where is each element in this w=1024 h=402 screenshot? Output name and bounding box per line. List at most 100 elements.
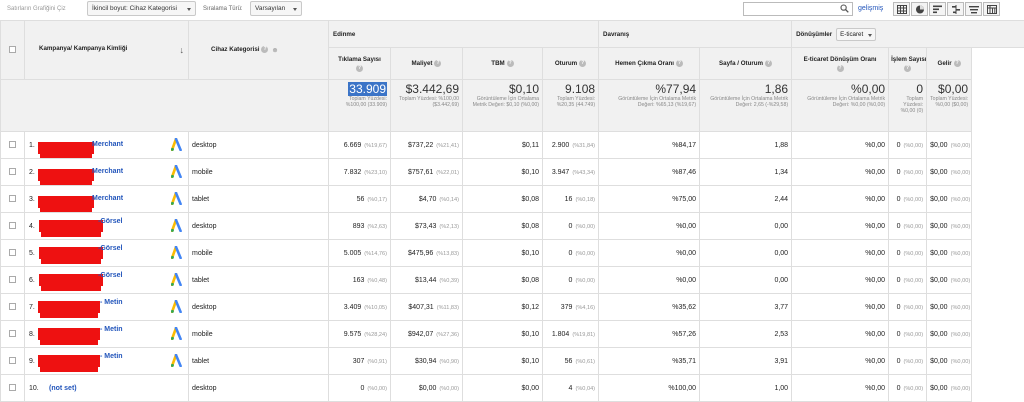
- redaction-mark: [40, 206, 92, 212]
- campaign-link[interactable]: - Metin: [100, 353, 123, 360]
- campaign-link[interactable]: -Görsel: [98, 245, 123, 252]
- help-icon[interactable]: ?: [675, 59, 683, 67]
- google-ads-icon: [170, 191, 182, 207]
- clicks-column-header[interactable]: Tıklama Sayısı?: [328, 47, 391, 80]
- campaign-link[interactable]: Merchant: [92, 168, 123, 175]
- clicks-value: 9.575: [343, 330, 362, 338]
- comparison-view-icon[interactable]: [947, 2, 964, 16]
- table-row[interactable]: 10. (not set) desktop 0 (%0,00) $0,00 (%0,00) $…: [0, 374, 1024, 402]
- table-view-icon[interactable]: [893, 2, 910, 16]
- help-icon[interactable]: ?: [506, 59, 514, 67]
- row-checkbox[interactable]: [9, 303, 16, 311]
- sessions-cell: 4 (%0,04): [541, 374, 600, 402]
- trans-value: 0: [896, 195, 901, 203]
- cpc-cell: $0,10: [462, 158, 543, 186]
- bounce-column-header[interactable]: Hemen Çıkma Oranı?: [598, 47, 701, 80]
- help-icon[interactable]: ?: [904, 64, 912, 72]
- bounce-cell: %100,00: [598, 374, 701, 402]
- row-checkbox[interactable]: [9, 249, 16, 257]
- secondary-dimension-select[interactable]: İkincil boyut: Cihaz Kategorisi: [87, 1, 196, 16]
- table-row[interactable]: 3. Merchant tablet 56 (%0,17) $4,70 (%0,14) $0,…: [0, 185, 1024, 213]
- table-row[interactable]: 4. -Görsel desktop 893 (%2,63) $73,43 (%2,13) $…: [0, 212, 1024, 240]
- help-icon[interactable]: ?: [261, 46, 269, 54]
- campaign-link[interactable]: Merchant: [92, 195, 123, 202]
- pages-per-session-column-header[interactable]: Sayfa / Oturum?: [699, 47, 793, 80]
- performance-view-icon[interactable]: [929, 2, 946, 16]
- transactions-cell: 0 (%0,00): [888, 266, 928, 294]
- sort-type-select[interactable]: Varsayılan: [250, 1, 302, 16]
- google-ads-icon: [170, 218, 182, 234]
- campaign-link[interactable]: -Görsel: [98, 272, 123, 279]
- row-number: 2.: [29, 169, 35, 176]
- cost-percent: (%0,90): [439, 358, 459, 365]
- cpc-cell: $0,08: [462, 212, 543, 240]
- ecom-header-label: E-ticaret Dönüşüm Oranı: [803, 55, 877, 63]
- search-icon[interactable]: [840, 4, 850, 14]
- row-checkbox[interactable]: [9, 357, 16, 365]
- table-row[interactable]: 5. -Görsel mobile 5.005 (%14,76) $475,96 (%13,…: [0, 239, 1024, 267]
- help-icon[interactable]: ?: [579, 59, 587, 67]
- help-icon[interactable]: ?: [356, 64, 363, 72]
- cost-column-header[interactable]: Maliyet?: [390, 47, 463, 80]
- conversion-type-select[interactable]: E-ticaret: [836, 27, 877, 41]
- campaign-link[interactable]: (not set): [49, 385, 77, 392]
- campaign-link[interactable]: Merchant: [92, 141, 123, 148]
- row-checkbox[interactable]: [9, 330, 16, 338]
- trans-percent: (%0,00): [903, 304, 924, 311]
- campaign-link[interactable]: - Metin: [100, 326, 123, 333]
- revenue-percent: (%0,00): [950, 331, 971, 338]
- trans-value: 0: [896, 141, 901, 149]
- redaction-mark: [40, 179, 92, 185]
- table-row[interactable]: 8. - Metin mobile 9.575 (%28,24) $942,07 (%27,…: [0, 320, 1024, 348]
- help-icon[interactable]: ?: [836, 64, 844, 72]
- total-pages: 1,86 Görüntüleme İçin Ortalama Metrik Değ…: [699, 79, 793, 132]
- revenue-cell: $0,00 (%0,00): [926, 185, 973, 213]
- clicks-cell: 5.005 (%14,76): [328, 239, 391, 267]
- term-cloud-view-icon[interactable]: [965, 2, 982, 16]
- table-row[interactable]: 2. Merchant mobile 7.832 (%23,10) $757,61 (%22…: [0, 158, 1024, 186]
- revenue-column-header[interactable]: Gelir?: [926, 47, 973, 80]
- table-row[interactable]: 7. - Metin desktop 3.409 (%10,05) $407,31 (%11…: [0, 293, 1024, 321]
- help-icon[interactable]: ?: [434, 59, 442, 67]
- table-scroll-edge: [1013, 40, 1024, 402]
- pie-view-icon[interactable]: [911, 2, 928, 16]
- clicks-value: 893: [352, 222, 365, 230]
- row-checkbox[interactable]: [9, 222, 16, 230]
- campaign-link[interactable]: - Metin: [100, 299, 123, 306]
- sort-arrow-icon[interactable]: ↓: [180, 45, 185, 55]
- clicks-percent: (%23,10): [364, 169, 387, 176]
- device-column-header[interactable]: Cihaz Kategorisi? ⊗: [188, 20, 329, 80]
- plot-rows-button[interactable]: Satırların Grafiğini Çiz: [7, 6, 66, 12]
- campaign-link[interactable]: -Görsel: [98, 218, 123, 225]
- transactions-cell: 0 (%0,00): [888, 212, 928, 240]
- row-checkbox[interactable]: [9, 276, 16, 284]
- ecom-rate-column-header[interactable]: E-ticaret Dönüşüm Oranı?: [791, 47, 890, 80]
- row-checkbox[interactable]: [9, 384, 16, 392]
- table-row[interactable]: 6. -Görsel tablet 163 (%0,48) $13,44 (%0,39) $0…: [0, 266, 1024, 294]
- cpc-column-header[interactable]: TBM?: [462, 47, 543, 80]
- help-icon[interactable]: ?: [953, 59, 961, 67]
- transactions-column-header[interactable]: İşlem Sayısı?: [888, 47, 928, 80]
- row-checkbox-cell: [0, 185, 25, 213]
- search-input[interactable]: [743, 2, 853, 16]
- sessions-column-header[interactable]: Oturum?: [541, 47, 600, 80]
- advanced-filter-link[interactable]: gelişmiş: [858, 5, 883, 12]
- pages-cell: 3,77: [699, 293, 793, 321]
- select-all-checkbox[interactable]: [9, 46, 16, 54]
- clicks-value: 0: [360, 384, 365, 392]
- chevron-down-icon: [868, 33, 873, 37]
- row-checkbox[interactable]: [9, 141, 16, 149]
- redaction-mark: [40, 152, 92, 158]
- table-row[interactable]: 9. - Metin tablet 307 (%0,91) $30,94 (%0,90) $0…: [0, 347, 1024, 375]
- sessions-value: 0: [568, 222, 573, 230]
- row-checkbox[interactable]: [9, 195, 16, 203]
- pivot-view-icon[interactable]: [983, 2, 1000, 16]
- pages-cell: 2,44: [699, 185, 793, 213]
- table-row[interactable]: 1. Merchant desktop 6.669 (%19,67) $737,22 (%2…: [0, 131, 1024, 159]
- help-icon[interactable]: ?: [765, 59, 773, 67]
- remove-dimension-icon[interactable]: ⊗: [272, 47, 277, 54]
- total-pages-note: Görüntüleme İçin Ortalama Metrik Değeri:…: [710, 96, 789, 108]
- campaign-column-header[interactable]: Kampanya/ Kampanya Kimliği ↓: [24, 20, 189, 80]
- total-sessions-value: 9.108: [565, 82, 596, 96]
- row-checkbox[interactable]: [9, 168, 16, 176]
